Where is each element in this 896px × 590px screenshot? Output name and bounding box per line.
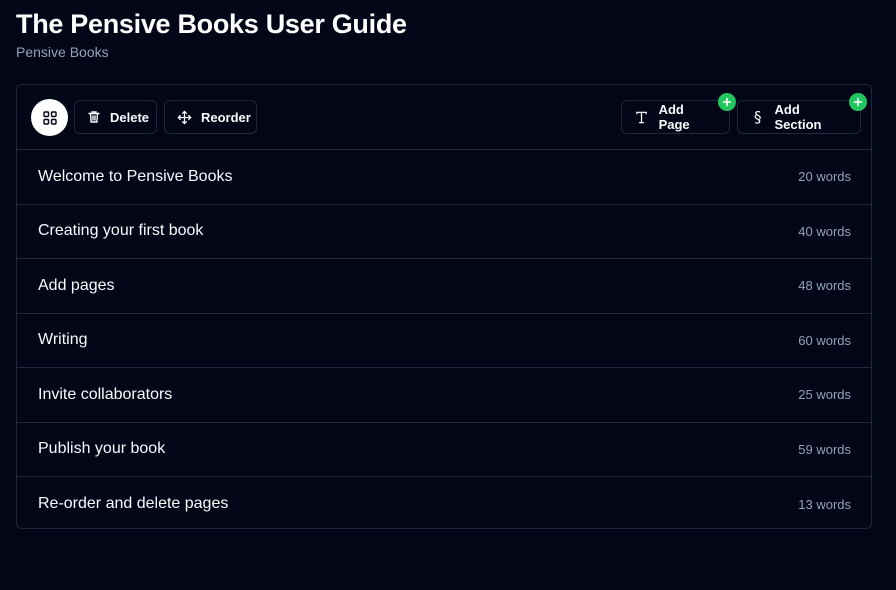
page-title-text: Publish your book: [38, 440, 166, 458]
reorder-label: Reorder: [201, 109, 251, 125]
trash-icon: [87, 109, 101, 125]
page-title-text: Add pages: [38, 276, 115, 294]
add-page-label: Add Page: [658, 102, 690, 132]
grid-view-button[interactable]: [31, 99, 68, 136]
add-section-label: Add Section: [774, 102, 822, 132]
page-subtitle: Pensive Books: [16, 44, 109, 60]
list-item[interactable]: Add pages 48 words: [17, 259, 871, 314]
word-count: 48 words: [798, 278, 851, 294]
delete-button[interactable]: Delete: [74, 100, 157, 134]
word-count: 60 words: [798, 332, 851, 348]
page-title-text: Writing: [38, 331, 88, 349]
page-title-text: Welcome to Pensive Books: [38, 167, 233, 185]
pages-list: Welcome to Pensive Books 20 words Creati…: [17, 150, 871, 532]
delete-label: Delete: [110, 109, 150, 125]
add-page-button[interactable]: Add Page: [621, 100, 730, 134]
text-icon: [634, 109, 650, 125]
word-count: 40 words: [798, 223, 851, 239]
add-section-button[interactable]: § Add Section: [737, 100, 861, 134]
list-item[interactable]: Creating your first book 40 words: [17, 205, 871, 259]
page-title-text: Invite collaborators: [38, 385, 173, 403]
word-count: 25 words: [798, 387, 851, 403]
plus-icon: [722, 97, 732, 107]
add-page-plus-badge[interactable]: [718, 93, 736, 111]
word-count: 13 words: [798, 496, 851, 512]
list-item[interactable]: Writing 60 words: [17, 314, 871, 368]
pages-panel: Delete Reorder Add Page § Add Section We…: [16, 84, 872, 529]
list-item[interactable]: Welcome to Pensive Books 20 words: [17, 150, 871, 205]
section-sign-icon: §: [754, 108, 762, 126]
move-icon: [177, 109, 192, 125]
list-item[interactable]: Publish your book 59 words: [17, 423, 871, 477]
page: The Pensive Books User Guide Pensive Boo…: [0, 0, 896, 590]
page-title-text: Creating your first book: [38, 222, 204, 240]
reorder-button[interactable]: Reorder: [164, 100, 257, 134]
word-count: 59 words: [798, 441, 851, 457]
page-title: The Pensive Books User Guide: [16, 9, 407, 39]
grid-icon: [42, 110, 57, 125]
list-item[interactable]: Invite collaborators 25 words: [17, 368, 871, 423]
plus-icon: [853, 97, 863, 107]
word-count: 20 words: [798, 169, 851, 185]
list-item[interactable]: Re-order and delete pages 13 words: [17, 477, 871, 532]
add-section-plus-badge[interactable]: [849, 93, 867, 111]
toolbar: Delete Reorder Add Page § Add Section: [17, 85, 871, 150]
page-title-text: Re-order and delete pages: [38, 495, 229, 513]
